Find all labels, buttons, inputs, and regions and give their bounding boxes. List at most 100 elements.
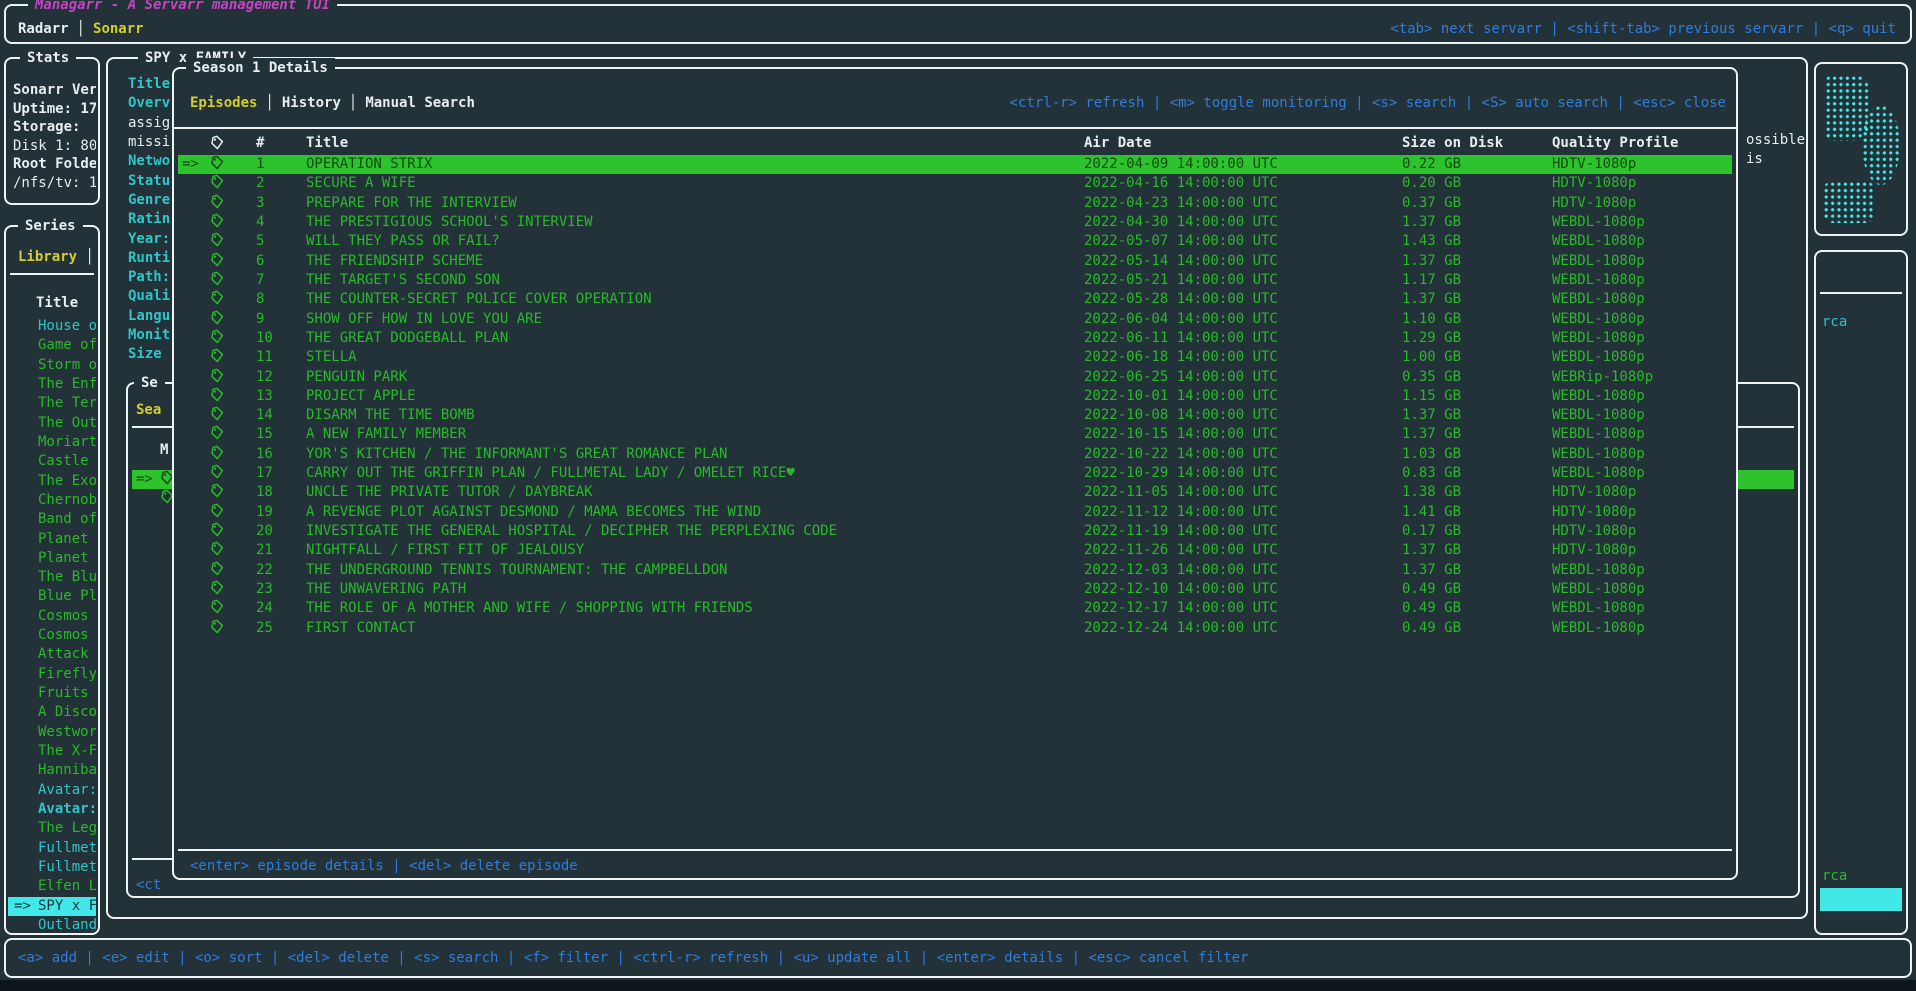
tab-radarr[interactable]: Radarr [18, 21, 69, 37]
episode-number: 21 [256, 541, 273, 560]
series-list-item[interactable]: Planet [8, 549, 96, 568]
series-list-item[interactable]: Storm o [8, 356, 96, 375]
episode-row[interactable]: 23THE UNWAVERING PATH2022-12-10 14:00:00… [178, 580, 1732, 599]
stat-line: Uptime: 17 [13, 100, 96, 119]
series-list-item[interactable]: The Out [8, 414, 96, 433]
episode-row[interactable]: 10THE GREAT DODGEBALL PLAN2022-06-11 14:… [178, 329, 1732, 348]
episode-row[interactable]: 14DISARM THE TIME BOMB2022-10-08 14:00:0… [178, 406, 1732, 425]
col-air-date: Air Date [1084, 135, 1151, 151]
series-detail-label: Year: [128, 230, 170, 249]
episode-row[interactable]: 21NIGHTFALL / FIRST FIT OF JEALOUSY2022-… [178, 541, 1732, 560]
tab-sonarr[interactable]: Sonarr [93, 21, 144, 37]
episode-row[interactable]: 19A REVENGE PLOT AGAINST DESMOND / MAMA … [178, 503, 1732, 522]
episode-size: 1.03 GB [1402, 445, 1461, 464]
episode-row[interactable]: 9SHOW OFF HOW IN LOVE YOU ARE2022-06-04 … [178, 310, 1732, 329]
episode-quality: HDTV-1080p [1552, 174, 1636, 193]
episode-row[interactable]: 13PROJECT APPLE2022-10-01 14:00:00 UTC1.… [178, 387, 1732, 406]
series-list-item[interactable]: Avatar: [8, 781, 96, 800]
series-list-item[interactable]: Blue Pl [8, 587, 96, 606]
stats-panel-title: Stats [20, 48, 76, 68]
dot-blob [1823, 181, 1875, 223]
series-list-item[interactable]: Westwor [8, 723, 96, 742]
tag-icon [210, 252, 224, 271]
tab-manual-search[interactable]: Manual Search [365, 95, 475, 111]
series-detail-label: Ratin [128, 210, 170, 229]
episode-title: STELLA [306, 348, 357, 367]
series-list-item[interactable]: Fruits [8, 684, 96, 703]
episode-row[interactable]: =>1OPERATION STRIX2022-04-09 14:00:00 UT… [178, 155, 1732, 174]
series-list-item[interactable]: Fullmet [8, 858, 96, 877]
series-list-item[interactable]: Band of [8, 510, 96, 529]
episode-row[interactable]: 8THE COUNTER-SECRET POLICE COVER OPERATI… [178, 290, 1732, 309]
tag-icon [210, 387, 224, 406]
tab-history[interactable]: History [282, 95, 341, 111]
series-list-item[interactable]: Firefly [8, 665, 96, 684]
episode-title: OPERATION STRIX [306, 155, 432, 174]
episode-size: 0.20 GB [1402, 174, 1461, 193]
series-list-item[interactable]: Avatar: [8, 800, 96, 819]
tab-seasons[interactable]: Sea [136, 402, 161, 418]
right-panel-text-top: rca [1822, 314, 1847, 330]
series-list-item[interactable]: Castle [8, 452, 96, 471]
episode-row[interactable]: 18UNCLE THE PRIVATE TUTOR / DAYBREAK2022… [178, 483, 1732, 502]
series-list-item[interactable]: Planet [8, 530, 96, 549]
series-list-item[interactable]: The X-F [8, 742, 96, 761]
episode-row[interactable]: 24THE ROLE OF A MOTHER AND WIFE / SHOPPI… [178, 599, 1732, 618]
managarr-tui-screen: Managarr - A Servarr management TUI Rada… [0, 0, 1916, 991]
episode-air-date: 2022-04-23 14:00:00 UTC [1084, 194, 1278, 213]
series-list-item[interactable]: Cosmos [8, 626, 96, 645]
series-list-item[interactable]: Cosmos [8, 607, 96, 626]
episode-row[interactable]: 20INVESTIGATE THE GENERAL HOSPITAL / DEC… [178, 522, 1732, 541]
series-list-item[interactable]: House o [8, 317, 96, 336]
episode-size: 1.37 GB [1402, 252, 1461, 271]
selected-item-bar[interactable] [1820, 888, 1902, 911]
episode-air-date: 2022-10-22 14:00:00 UTC [1084, 445, 1278, 464]
stat-line: Disk 1: 80 [13, 137, 96, 156]
series-list-item[interactable]: The Enf [8, 375, 96, 394]
episode-number: 23 [256, 580, 273, 599]
series-list-item[interactable]: A Disco [8, 703, 96, 722]
episode-row[interactable]: 3PREPARE FOR THE INTERVIEW2022-04-23 14:… [178, 194, 1732, 213]
episode-row[interactable]: 5WILL THEY PASS OR FAIL?2022-05-07 14:00… [178, 232, 1732, 251]
tab-library[interactable]: Library [18, 249, 77, 265]
series-detail-labels: TitleOvervassigmissiNetwoStatuGenreRatin… [128, 75, 170, 365]
episode-row[interactable]: 12PENGUIN PARK2022-06-25 14:00:00 UTC0.3… [178, 368, 1732, 387]
series-list-item[interactable]: Attack [8, 645, 96, 664]
right-panel-text-bottom: rca [1822, 868, 1847, 884]
series-list-item[interactable]: =>SPY x F [8, 897, 96, 916]
tab-episodes[interactable]: Episodes [190, 95, 257, 111]
poster-panel [1814, 62, 1908, 236]
series-list-item[interactable]: Outland [8, 916, 96, 935]
episode-row[interactable]: 7THE TARGET'S SECOND SON2022-05-21 14:00… [178, 271, 1732, 290]
series-detail-label: Genre [128, 191, 170, 210]
episode-row[interactable]: 22THE UNDERGROUND TENNIS TOURNAMENT: THE… [178, 561, 1732, 580]
episode-size: 1.17 GB [1402, 271, 1461, 290]
episode-row[interactable]: 11STELLA2022-06-18 14:00:00 UTC1.00 GBWE… [178, 348, 1732, 367]
seasons-column-header: M [160, 442, 168, 458]
episode-quality: WEBDL-1080p [1552, 329, 1645, 348]
episode-row[interactable]: 2SECURE A WIFE2022-04-16 14:00:00 UTC0.2… [178, 174, 1732, 193]
series-list-item[interactable]: The Blu [8, 568, 96, 587]
episode-quality: WEBDL-1080p [1552, 310, 1645, 329]
series-list-item[interactable]: The Leg [8, 819, 96, 838]
series-list-item[interactable]: The Ter [8, 394, 96, 413]
series-list-item[interactable]: Moriart [8, 433, 96, 452]
series-list-item[interactable]: The Exo [8, 472, 96, 491]
episode-row[interactable]: 25FIRST CONTACT2022-12-24 14:00:00 UTC0.… [178, 619, 1732, 638]
episode-size: 1.37 GB [1402, 541, 1461, 560]
tag-icon [210, 368, 224, 387]
episode-quality: WEBDL-1080p [1552, 580, 1645, 599]
col-number: # [256, 135, 264, 151]
episode-row[interactable]: 17CARRY OUT THE GRIFFIN PLAN / FULLMETAL… [178, 464, 1732, 483]
series-list-item[interactable]: Game of [8, 336, 96, 355]
series-list-item[interactable]: Hanniba [8, 761, 96, 780]
series-list-item[interactable]: Elfen L [8, 877, 96, 896]
episode-row[interactable]: 4THE PRESTIGIOUS SCHOOL'S INTERVIEW2022-… [178, 213, 1732, 232]
episode-row[interactable]: 16YOR'S KITCHEN / THE INFORMANT'S GREAT … [178, 445, 1732, 464]
episode-row[interactable]: 15A NEW FAMILY MEMBER2022-10-15 14:00:00… [178, 425, 1732, 444]
episode-quality: WEBDL-1080p [1552, 271, 1645, 290]
series-list-item[interactable]: Fullmet [8, 839, 96, 858]
series-list-item[interactable]: Chernob [8, 491, 96, 510]
episode-air-date: 2022-10-01 14:00:00 UTC [1084, 387, 1278, 406]
episode-row[interactable]: 6THE FRIENDSHIP SCHEME2022-05-14 14:00:0… [178, 252, 1732, 271]
